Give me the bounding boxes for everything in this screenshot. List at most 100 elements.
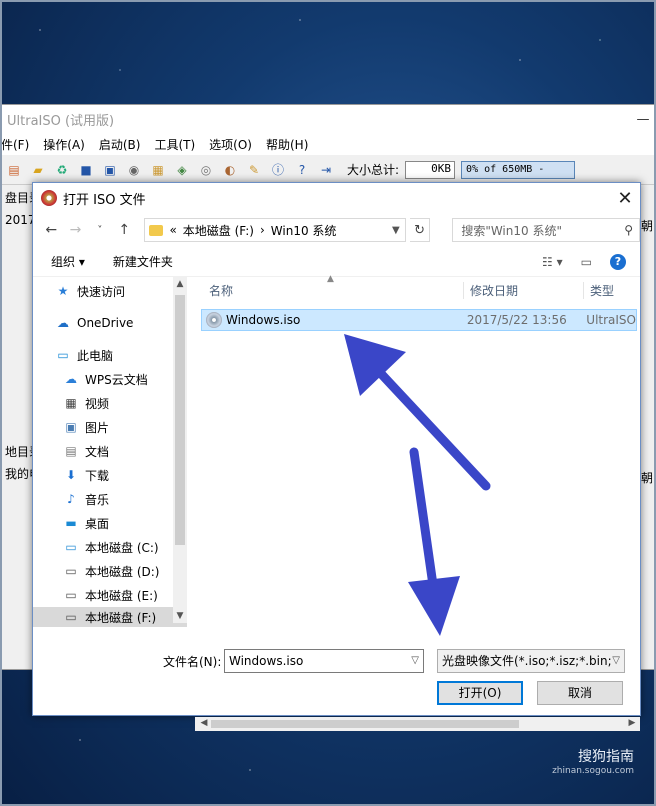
close-icon[interactable]: ✕ bbox=[610, 188, 640, 209]
nav-item-drive-c[interactable]: ▭ 本地磁盘 (C:) bbox=[33, 535, 187, 559]
right-clip-1: 朝 bbox=[641, 219, 654, 233]
nav-item-quick-access[interactable]: ★ 快速访问 bbox=[33, 279, 187, 303]
back-arrow-icon[interactable]: ← bbox=[41, 222, 61, 238]
save-as-icon[interactable]: ▣ bbox=[101, 161, 119, 179]
address-prefix: « bbox=[169, 223, 177, 237]
nav-item-videos[interactable]: ▦ 视频 bbox=[33, 391, 187, 415]
ultraiso-logo-icon bbox=[41, 190, 57, 206]
menu-boot[interactable]: 启动(B) bbox=[99, 136, 141, 153]
save-icon[interactable]: ■ bbox=[77, 161, 95, 179]
nav-label: 本地磁盘 (F:) bbox=[85, 610, 157, 625]
exit-icon[interactable]: ⇥ bbox=[317, 161, 335, 179]
horizontal-scrollbar[interactable]: ◀ ▶ bbox=[195, 717, 640, 731]
dialog-title-bar: 打开 ISO 文件 ✕ bbox=[33, 183, 640, 213]
filename-value: Windows.iso bbox=[229, 654, 304, 668]
menu-file[interactable]: 件(F) bbox=[1, 136, 29, 153]
address-dropdown-icon[interactable]: ▼ bbox=[387, 225, 405, 236]
video-icon: ▦ bbox=[65, 396, 77, 410]
scroll-left-icon[interactable]: ◀ bbox=[197, 718, 211, 728]
scroll-up-icon[interactable]: ▲ bbox=[173, 279, 187, 289]
nav-item-this-pc[interactable]: ▭ 此电脑 bbox=[33, 343, 187, 367]
minimize-icon[interactable]: — bbox=[631, 112, 655, 127]
music-icon: ♪ bbox=[67, 492, 75, 506]
address-part-folder[interactable]: Win10 系统 bbox=[271, 222, 337, 239]
burn-icon[interactable]: ◉ bbox=[125, 161, 143, 179]
filename-label: 文件名(N): bbox=[163, 655, 222, 669]
sort-ascending-icon: ▲ bbox=[327, 273, 334, 284]
watermark: 搜狗指南 zhinan.sogou.com bbox=[552, 746, 634, 776]
help-icon[interactable]: ? bbox=[293, 161, 311, 179]
nav-scroll-thumb[interactable] bbox=[175, 295, 185, 545]
search-placeholder: 搜索"Win10 系统" bbox=[461, 223, 562, 238]
properties-icon[interactable]: ✎ bbox=[245, 161, 263, 179]
column-date[interactable]: 修改日期 bbox=[463, 281, 583, 299]
compress-icon[interactable]: ◈ bbox=[173, 161, 191, 179]
watermark-url: zhinan.sogou.com bbox=[552, 766, 634, 776]
filename-input[interactable]: Windows.iso ▽ bbox=[224, 649, 424, 673]
drive-icon: ▭ bbox=[65, 540, 77, 554]
nav-item-music[interactable]: ♪ 音乐 bbox=[33, 487, 187, 511]
h-scroll-thumb[interactable] bbox=[211, 720, 519, 728]
scroll-down-icon[interactable]: ▼ bbox=[173, 611, 187, 621]
nav-label: OneDrive bbox=[77, 316, 134, 330]
new-icon[interactable]: ▤ bbox=[5, 161, 23, 179]
filetype-dropdown-icon[interactable]: ▽ bbox=[612, 650, 620, 672]
open-button[interactable]: 打开(O) bbox=[437, 681, 523, 705]
nav-label: 音乐 bbox=[85, 492, 110, 507]
nav-label: 下载 bbox=[85, 468, 110, 483]
refresh-icon[interactable]: ↻ bbox=[409, 218, 431, 242]
preview-pane-icon[interactable]: ▭ bbox=[581, 255, 592, 269]
menu-help[interactable]: 帮助(H) bbox=[266, 136, 308, 153]
nav-item-desktop[interactable]: ▬ 桌面 bbox=[33, 511, 187, 535]
column-type[interactable]: 类型 bbox=[583, 281, 614, 299]
nav-item-downloads[interactable]: ⬇ 下载 bbox=[33, 463, 187, 487]
scroll-right-icon[interactable]: ▶ bbox=[625, 718, 639, 728]
nav-item-pictures[interactable]: ▣ 图片 bbox=[33, 415, 187, 439]
cloud-icon: ☁ bbox=[57, 316, 69, 330]
star-icon: ★ bbox=[57, 284, 69, 298]
view-options-icon[interactable]: ☷ ▾ bbox=[542, 255, 563, 269]
mount-icon[interactable]: ▦ bbox=[149, 161, 167, 179]
navigation-pane: ★ 快速访问 ☁ OneDrive ▭ 此电脑 ☁ WPS云文档 ▦ 视频 ▣ … bbox=[33, 277, 187, 639]
nav-label: 本地磁盘 (C:) bbox=[85, 540, 159, 555]
file-row-selected[interactable]: Windows.iso 2017/5/22 13:56 UltraISO bbox=[201, 309, 637, 331]
forward-arrow-icon[interactable]: → bbox=[65, 222, 85, 238]
disc-icon[interactable]: ◎ bbox=[197, 161, 215, 179]
search-input[interactable]: 搜索"Win10 系统" ⚲ bbox=[452, 218, 640, 242]
cloud-outline-icon: ☁ bbox=[65, 372, 77, 386]
nav-label: 此电脑 bbox=[77, 348, 114, 363]
cancel-button[interactable]: 取消 bbox=[537, 681, 623, 705]
nav-item-documents[interactable]: ▤ 文档 bbox=[33, 439, 187, 463]
info-icon[interactable]: ⓘ bbox=[269, 161, 287, 179]
virtual-drive-icon[interactable]: ◐ bbox=[221, 161, 239, 179]
file-type: UltraISO bbox=[586, 313, 636, 327]
organize-button[interactable]: 组织 ▾ bbox=[51, 253, 85, 270]
nav-item-drive-f[interactable]: ▭ 本地磁盘 (F:) bbox=[33, 607, 187, 627]
nav-item-drive-e[interactable]: ▭ 本地磁盘 (E:) bbox=[33, 583, 187, 607]
open-icon[interactable]: ▰ bbox=[29, 161, 47, 179]
app-menu-bar: 件(F) 操作(A) 启动(B) 工具(T) 选项(O) 帮助(H) bbox=[1, 133, 655, 155]
help-icon[interactable]: ? bbox=[610, 253, 626, 270]
nav-item-onedrive[interactable]: ☁ OneDrive bbox=[33, 311, 187, 335]
menu-action[interactable]: 操作(A) bbox=[43, 136, 85, 153]
app-title: UltraISO (试用版) bbox=[7, 113, 115, 129]
menu-tools[interactable]: 工具(T) bbox=[154, 136, 195, 153]
column-name[interactable]: ▲ 名称 bbox=[201, 274, 463, 299]
nav-scrollbar[interactable]: ▲ ▼ bbox=[173, 277, 187, 623]
menu-options[interactable]: 选项(O) bbox=[209, 136, 252, 153]
nav-item-drive-d[interactable]: ▭ 本地磁盘 (D:) bbox=[33, 559, 187, 583]
recent-chevron-icon[interactable]: ˅ bbox=[90, 225, 110, 236]
navigation-bar: ← → ˅ ↑ « 本地磁盘 (F:) › Win10 系统 ▼ ↻ 搜索"Wi… bbox=[33, 213, 640, 247]
address-part-drive[interactable]: 本地磁盘 (F:) bbox=[183, 222, 254, 239]
nav-item-wps[interactable]: ☁ WPS云文档 bbox=[33, 367, 187, 391]
filetype-select[interactable]: 光盘映像文件(*.iso;*.isz;*.bin;* ▽ bbox=[437, 649, 625, 673]
search-icon[interactable]: ⚲ bbox=[624, 223, 633, 237]
drive-icon: ▭ bbox=[65, 588, 77, 602]
filename-dropdown-icon[interactable]: ▽ bbox=[411, 650, 419, 672]
column-name-label: 名称 bbox=[209, 283, 234, 298]
address-separator: › bbox=[259, 223, 265, 237]
up-arrow-icon[interactable]: ↑ bbox=[114, 222, 134, 238]
new-folder-button[interactable]: 新建文件夹 bbox=[113, 253, 173, 270]
extract-icon[interactable]: ♻ bbox=[53, 161, 71, 179]
address-bar[interactable]: « 本地磁盘 (F:) › Win10 系统 ▼ bbox=[144, 218, 406, 242]
